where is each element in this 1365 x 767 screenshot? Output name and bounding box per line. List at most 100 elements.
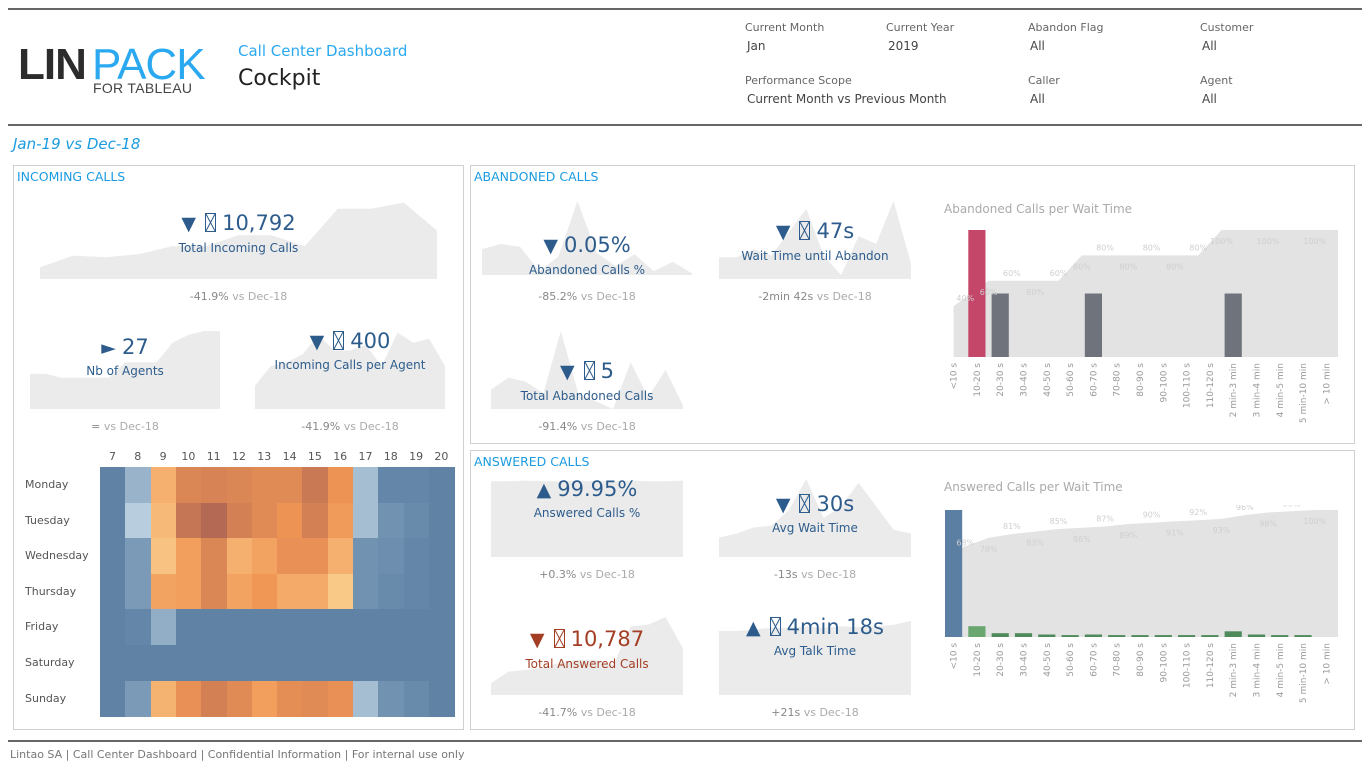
heatmap-cell[interactable] xyxy=(403,645,430,682)
heatmap-cell[interactable] xyxy=(150,538,177,575)
filter-current-year[interactable]: Current Year 2019 xyxy=(886,21,954,53)
heatmap-cell[interactable] xyxy=(277,538,303,575)
heatmap-cell[interactable] xyxy=(125,573,152,610)
filter-value[interactable]: All xyxy=(1200,39,1253,53)
heatmap-cell[interactable] xyxy=(201,538,227,575)
heatmap-cell[interactable] xyxy=(378,609,405,646)
answered-per-wait-chart[interactable]: 68% 78% 81% 83% 85% 86% 87% 89% 90% 91% 92% 93% 96% 9… xyxy=(940,505,1345,705)
heatmap-cell[interactable] xyxy=(175,645,202,682)
heatmap-cell[interactable] xyxy=(226,502,253,539)
filter-value[interactable]: 2019 xyxy=(886,39,954,53)
bar[interactable] xyxy=(968,626,986,637)
heatmap-cell[interactable] xyxy=(428,573,455,610)
heatmap-cell[interactable] xyxy=(226,467,253,504)
heatmap-cell[interactable] xyxy=(277,645,303,682)
heatmap-cell[interactable] xyxy=(428,467,455,504)
heatmap-cell[interactable] xyxy=(327,467,354,504)
bar[interactable] xyxy=(1271,635,1289,637)
heatmap-cell[interactable] xyxy=(353,538,379,575)
heatmap-cell[interactable] xyxy=(277,609,303,646)
heatmap-cell[interactable] xyxy=(251,609,278,646)
bar[interactable] xyxy=(1061,635,1079,637)
heatmap-cell[interactable] xyxy=(251,502,278,539)
heatmap-cell[interactable] xyxy=(327,502,354,539)
heatmap-cell[interactable] xyxy=(201,573,227,610)
heatmap-cell[interactable] xyxy=(226,609,253,646)
heatmap-cell[interactable] xyxy=(353,645,379,682)
filter-value[interactable]: Current Month vs Previous Month xyxy=(745,92,947,106)
heatmap-cell[interactable] xyxy=(125,467,152,504)
heatmap-cell[interactable] xyxy=(378,645,405,682)
heatmap-cell[interactable] xyxy=(175,573,202,610)
heatmap-cell[interactable] xyxy=(226,645,253,682)
heatmap-cell[interactable] xyxy=(251,573,278,610)
heatmap-cell[interactable] xyxy=(150,467,177,504)
kpi-answered-calls-pct[interactable]: ▲ 99.95% Answered Calls % +0.3% vs Dec-18 xyxy=(491,475,683,585)
heatmap-cell[interactable] xyxy=(353,680,379,717)
heatmap-cell[interactable] xyxy=(175,680,202,717)
heatmap-cell[interactable] xyxy=(277,680,303,717)
heatmap-cell[interactable] xyxy=(201,502,227,539)
heatmap-cell[interactable] xyxy=(327,609,354,646)
heatmap-cell[interactable] xyxy=(353,573,379,610)
kpi-incoming-calls-per-agent[interactable]: ▼ 400 Incoming Calls per Agent -41.9% vs D… xyxy=(255,327,445,437)
heatmap-cell[interactable] xyxy=(302,467,329,504)
filter-agent[interactable]: Agent All xyxy=(1200,74,1233,106)
heatmap-cell[interactable] xyxy=(125,680,152,717)
bar[interactable] xyxy=(1154,635,1172,637)
bar[interactable] xyxy=(1178,635,1196,637)
heatmap-cell[interactable] xyxy=(428,609,455,646)
filter-value[interactable]: All xyxy=(1028,39,1104,53)
heatmap-cell[interactable] xyxy=(327,645,354,682)
bar[interactable] xyxy=(1201,635,1219,637)
bar[interactable] xyxy=(1224,293,1242,358)
heatmap-cell[interactable] xyxy=(201,609,227,646)
kpi-total-incoming-calls[interactable]: ▼ 10,792 Total Incoming Calls -41.9% vs De… xyxy=(40,197,437,307)
heatmap-cell[interactable] xyxy=(226,680,253,717)
filter-value[interactable]: Jan xyxy=(745,39,824,53)
heatmap-cell[interactable] xyxy=(226,573,253,610)
heatmap-cell[interactable] xyxy=(175,467,202,504)
heatmap-cell[interactable] xyxy=(378,502,405,539)
kpi-avg-wait-time[interactable]: ▼ 30s Avg Wait Time -13s vs Dec-18 xyxy=(719,475,911,585)
bar[interactable] xyxy=(1084,293,1102,358)
heatmap-cell[interactable] xyxy=(353,467,379,504)
heatmap-cell[interactable] xyxy=(100,680,126,717)
heatmap-cell[interactable] xyxy=(125,502,152,539)
heatmap-cell[interactable] xyxy=(403,609,430,646)
heatmap-cell[interactable] xyxy=(302,573,329,610)
heatmap-cell[interactable] xyxy=(150,502,177,539)
heatmap-cell[interactable] xyxy=(201,645,227,682)
heatmap-cell[interactable] xyxy=(428,538,455,575)
heatmap-cell[interactable] xyxy=(277,573,303,610)
heatmap-cell[interactable] xyxy=(100,609,126,646)
bar[interactable] xyxy=(1131,635,1149,637)
bar[interactable] xyxy=(945,510,963,637)
bar[interactable] xyxy=(1038,634,1056,638)
heatmap-cell[interactable] xyxy=(125,645,152,682)
heatmap-cell[interactable] xyxy=(251,538,278,575)
heatmap-cell[interactable] xyxy=(327,680,354,717)
heatmap-cell[interactable] xyxy=(353,609,379,646)
heatmap-cell[interactable] xyxy=(277,502,303,539)
kpi-nb-of-agents[interactable]: ► 27 Nb of Agents = vs Dec-18 xyxy=(30,327,220,437)
filter-customer[interactable]: Customer All xyxy=(1200,21,1253,53)
heatmap-cell[interactable] xyxy=(327,573,354,610)
heatmap-cell[interactable] xyxy=(403,573,430,610)
heatmap-cell[interactable] xyxy=(251,467,278,504)
kpi-wait-time-until-abandon[interactable]: ▼ 47s Wait Time until Abandon -2min 42s vs… xyxy=(719,197,911,307)
heatmap-cell[interactable] xyxy=(175,502,202,539)
heatmap-cell[interactable] xyxy=(428,502,455,539)
heatmap-cell[interactable] xyxy=(100,467,126,504)
heatmap-cell[interactable] xyxy=(428,680,455,717)
heatmap-cell[interactable] xyxy=(403,680,430,717)
bar[interactable] xyxy=(1224,631,1242,637)
kpi-total-abandoned-calls[interactable]: ▼ 5 Total Abandoned Calls -91.4% vs Dec-18 xyxy=(491,327,683,437)
heatmap-cell[interactable] xyxy=(150,573,177,610)
bar[interactable] xyxy=(1084,634,1102,638)
bar[interactable] xyxy=(1108,635,1126,637)
kpi-avg-talk-time[interactable]: ▲ 4min 18s Avg Talk Time +21s vs Dec-18 xyxy=(719,613,911,723)
heatmap-cell[interactable] xyxy=(302,538,329,575)
heatmap-cell[interactable] xyxy=(428,645,455,682)
filter-value[interactable]: All xyxy=(1028,92,1060,106)
